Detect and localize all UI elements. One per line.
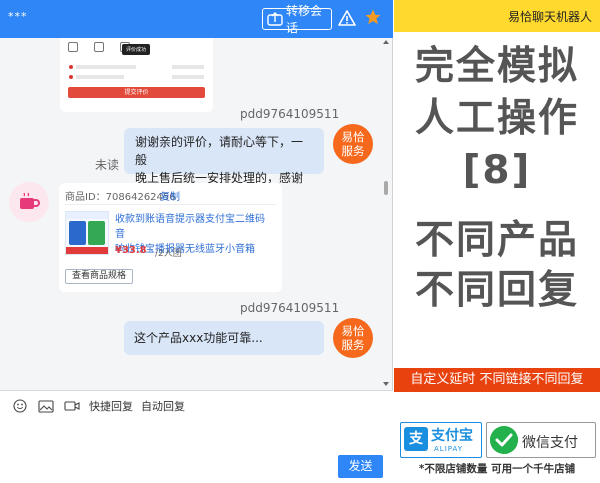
sender-name: pdd9764109511	[240, 107, 340, 121]
product-thumbnail[interactable]	[65, 211, 109, 255]
product-name-line: 收款到账语音提示器支付宝二维码音	[115, 214, 265, 240]
bot-avatar-label: 服务	[341, 144, 365, 158]
mini-line	[76, 65, 136, 69]
app-window: *** 转移会话 评价成功 提交评价 pdd9764109511 谢谢亲的评价，…	[0, 0, 600, 483]
product-card: 商品ID：70864262456 复制 收款到账语音提示器支付宝二维码音 响收钱…	[59, 183, 282, 292]
promo-panel: 易恰聊天机器人 完全模拟 人工操作 [8] 不同产品 不同回复 自定义延时 不同…	[394, 0, 600, 483]
payment-logos: 支 支付宝 ALIPAY 微信支付	[394, 422, 600, 458]
scroll-thumb[interactable]	[384, 181, 388, 195]
review-submit-button: 提交评价	[68, 87, 205, 98]
promo-brand: 易恰聊天机器人	[507, 10, 592, 24]
video-icon[interactable]	[63, 399, 81, 413]
bot-avatar: 易恰 服务	[333, 124, 373, 164]
promo-header: 易恰聊天机器人	[394, 0, 600, 32]
quick-reply-button[interactable]: 快捷回复	[89, 398, 133, 414]
emoji-icon[interactable]	[11, 399, 29, 413]
mini-icon	[68, 42, 78, 52]
transfer-session-button[interactable]: 转移会话	[262, 4, 332, 35]
group-deal: /2人团	[155, 249, 182, 259]
message-bubble: 谢谢亲的评价，请耐心等下，一般 晚上售后统一安排处理的，感谢	[124, 128, 324, 185]
teacup-icon	[20, 192, 40, 209]
mini-line	[172, 65, 204, 69]
alipay-label-en: ALIPAY	[434, 445, 464, 453]
unread-label: 未读	[95, 158, 120, 172]
warning-icon[interactable]	[338, 9, 356, 27]
message-bubble: 这个产品xxx功能可靠...	[124, 321, 324, 355]
bot-avatar-label: 服务	[341, 338, 365, 352]
promo-headline: 不同回复	[414, 268, 579, 313]
mini-icon	[94, 42, 104, 52]
promo-headline: 人工操作	[414, 96, 579, 141]
input-toolbar: 快捷回复 自动回复	[11, 398, 193, 414]
customer-avatar	[9, 182, 49, 222]
copy-link[interactable]: 复制	[160, 188, 180, 203]
chat-title: ***	[8, 10, 28, 23]
bot-avatar-label: 易恰	[341, 324, 365, 338]
promo-headline: 完全模拟	[414, 44, 579, 89]
message-text-line: 谢谢亲的评价，请耐心等下，一般	[135, 135, 304, 167]
sender-name: pdd9764109511	[240, 301, 340, 315]
bot-avatar: 易恰 服务	[333, 318, 373, 358]
mini-line	[172, 75, 204, 79]
wechat-pay-label: 微信支付	[522, 435, 578, 451]
wechat-pay-icon	[490, 426, 518, 454]
alipay-label: 支付宝	[431, 428, 473, 444]
scroll-down-arrow-icon[interactable]	[383, 382, 389, 386]
auto-reply-button[interactable]: 自动回复	[141, 398, 185, 414]
star-icon[interactable]	[364, 8, 382, 26]
review-success-tooltip: 评价成功	[122, 44, 151, 55]
transfer-icon	[267, 12, 283, 26]
promo-red-banner: 自定义延时 不同链接不同回复	[394, 368, 600, 392]
transfer-session-label: 转移会话	[286, 4, 323, 35]
message-input-area[interactable]: 快捷回复 自动回复 发送	[0, 390, 393, 483]
scroll-up-arrow-icon[interactable]	[383, 40, 389, 44]
bot-avatar-label: 易恰	[341, 130, 365, 144]
view-spec-button[interactable]: 查看商品规格	[65, 269, 133, 284]
wechat-pay-logo: 微信支付	[486, 422, 596, 458]
mini-dot	[69, 65, 73, 69]
promo-footer: *不限店铺数量 可用一个千牛店铺	[418, 463, 576, 475]
chat-pane: *** 转移会话 评价成功 提交评价 pdd9764109511 谢谢亲的评价，…	[0, 0, 393, 483]
chat-scrollbar[interactable]	[382, 38, 390, 390]
send-button[interactable]: 发送	[338, 455, 383, 478]
review-screenshot-card: 评价成功 提交评价	[60, 38, 213, 112]
promo-headline: 不同产品	[414, 218, 579, 263]
mini-line	[76, 75, 124, 79]
image-icon[interactable]	[37, 399, 55, 413]
mini-dot	[69, 75, 73, 79]
divider	[65, 204, 276, 205]
product-price: ¥33.8	[115, 245, 147, 256]
alipay-icon: 支	[404, 427, 428, 451]
chat-header: *** 转移会话	[0, 0, 393, 38]
alipay-logo: 支 支付宝 ALIPAY	[400, 422, 482, 458]
promo-headline: [8]	[462, 148, 532, 193]
